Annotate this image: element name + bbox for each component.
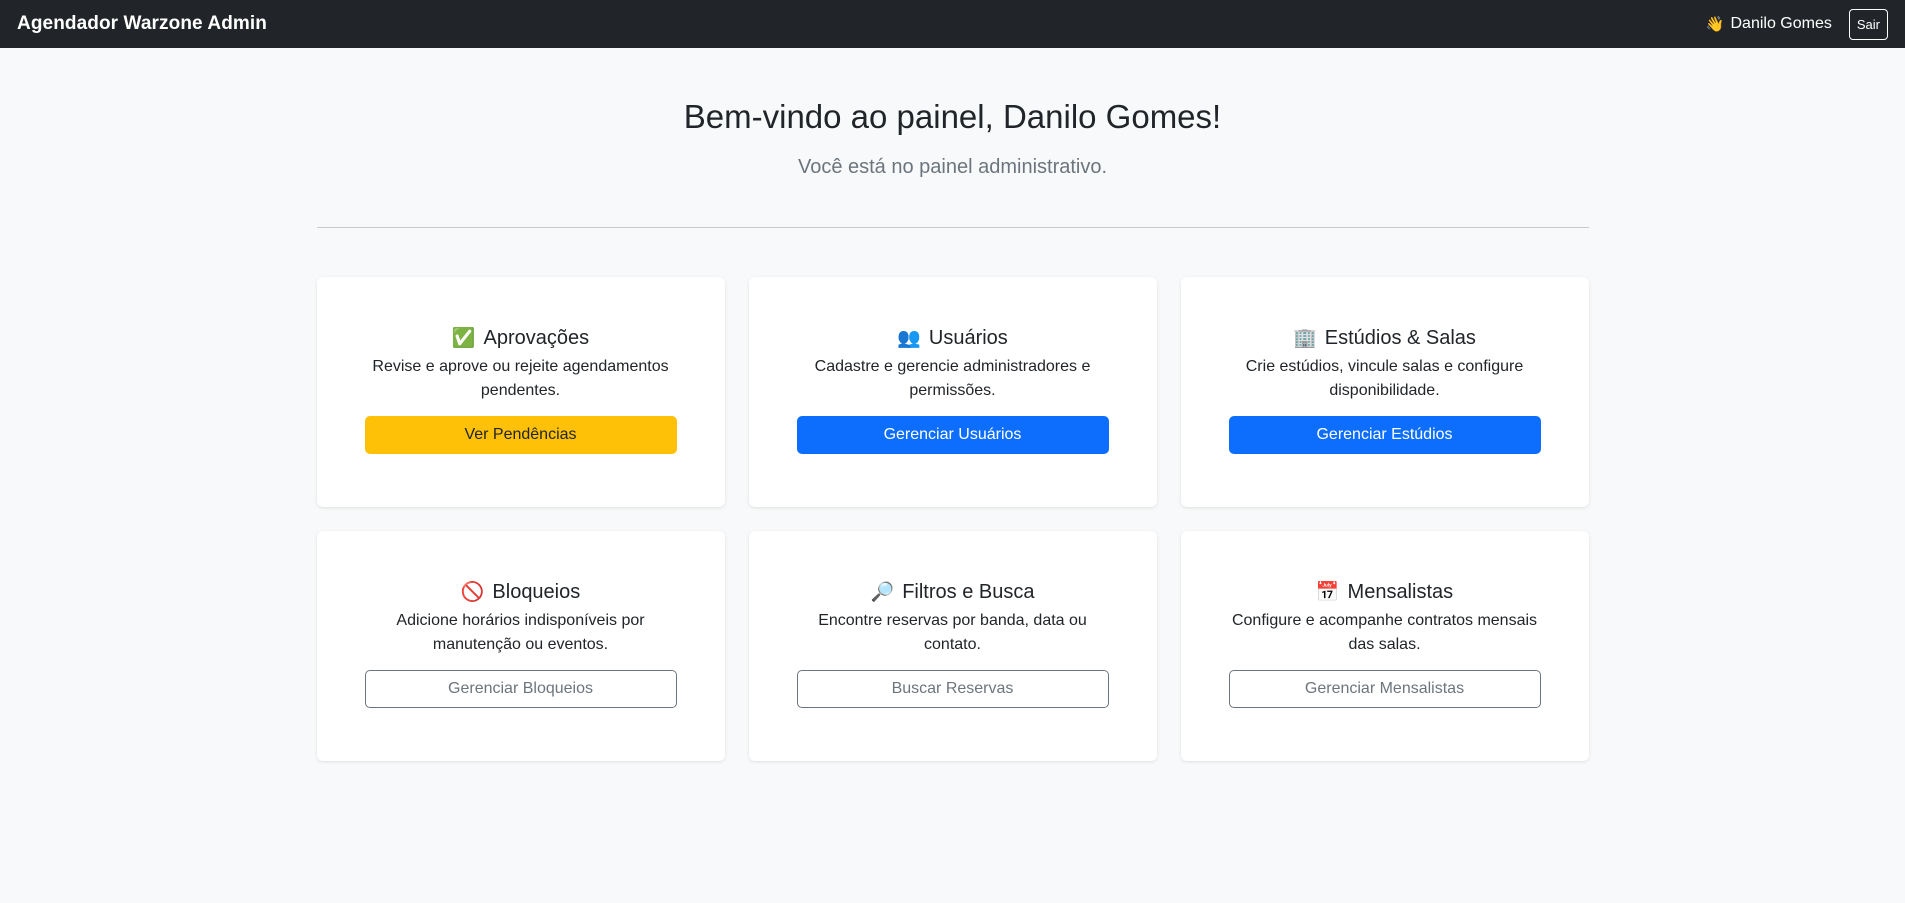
card-description: Crie estúdios, vincule salas e configure… xyxy=(1245,358,1524,399)
card-aprovacoes: ✅ Aprovações Revise e aprove ou rejeite … xyxy=(316,277,725,507)
calendar-icon: 📅 xyxy=(1315,581,1340,603)
card-description: Cadastre e gerencie administradores e pe… xyxy=(814,358,1091,399)
building-icon: 🏢 xyxy=(1293,327,1317,349)
app-brand[interactable]: Agendador Warzone Admin xyxy=(17,13,267,35)
card-description: Configure e acompanhe contratos mensais … xyxy=(1231,612,1538,653)
admin-card-grid: ✅ Aprovações Revise e aprove ou rejeite … xyxy=(316,277,1589,761)
view-pending-button[interactable]: Ver Pendências xyxy=(364,416,677,454)
card-title-label: Estúdios & Salas xyxy=(1324,326,1476,349)
card-title: ✅ Aprovações xyxy=(365,325,677,351)
card-title-label: Aprovações xyxy=(483,326,590,349)
card-title: 🚫 Bloqueios xyxy=(365,579,677,605)
card-title-label: Mensalistas xyxy=(1347,580,1454,603)
welcome-hero: Bem-vindo ao painel, Danilo Gomes! Você … xyxy=(0,48,1905,179)
search-reservations-button[interactable]: Buscar Reservas xyxy=(796,670,1109,708)
card-description: Adicione horários indisponíveis por manu… xyxy=(396,612,645,653)
prohibited-icon: 🚫 xyxy=(460,581,485,603)
user-greeting: 👋 Danilo Gomes xyxy=(1706,15,1832,33)
card-description: Encontre reservas por banda, data ou con… xyxy=(818,612,1087,653)
manage-monthly-button[interactable]: Gerenciar Mensalistas xyxy=(1228,670,1541,708)
manage-users-button[interactable]: Gerenciar Usuários xyxy=(796,416,1109,454)
card-filtros: 🔎 Filtros e Busca Encontre reservas por … xyxy=(748,531,1157,761)
card-title-label: Usuários xyxy=(928,326,1008,349)
card-estudios: 🏢 Estúdios & Salas Crie estúdios, vincul… xyxy=(1180,277,1589,507)
card-title: 📅 Mensalistas xyxy=(1229,579,1541,605)
card-title: 🔎 Filtros e Busca xyxy=(797,579,1109,605)
card-bloqueios: 🚫 Bloqueios Adicione horários indisponív… xyxy=(316,531,725,761)
top-navbar: Agendador Warzone Admin 👋 Danilo Gomes S… xyxy=(0,0,1905,48)
section-divider xyxy=(316,227,1589,228)
card-title-label: Bloqueios xyxy=(492,580,581,603)
manage-blocks-button[interactable]: Gerenciar Bloqueios xyxy=(364,670,677,708)
page-title: Bem-vindo ao painel, Danilo Gomes! xyxy=(683,98,1222,135)
card-mensalistas: 📅 Mensalistas Configure e acompanhe cont… xyxy=(1180,531,1589,761)
navbar-right: 👋 Danilo Gomes Sair xyxy=(1706,8,1888,40)
user-name: Danilo Gomes xyxy=(1730,15,1832,32)
card-title: 👥 Usuários xyxy=(797,325,1109,351)
card-title-label: Filtros e Busca xyxy=(902,580,1035,603)
card-title: 🏢 Estúdios & Salas xyxy=(1229,325,1541,351)
manage-studios-button[interactable]: Gerenciar Estúdios xyxy=(1228,416,1541,454)
card-description: Revise e aprove ou rejeite agendamentos … xyxy=(372,358,669,399)
card-usuarios: 👥 Usuários Cadastre e gerencie administr… xyxy=(748,277,1157,507)
page-subtitle: Você está no painel administrativo. xyxy=(797,156,1108,178)
check-icon: ✅ xyxy=(451,327,476,349)
users-icon: 👥 xyxy=(897,327,921,349)
magnifier-icon: 🔎 xyxy=(870,581,895,603)
wave-icon: 👋 xyxy=(1705,15,1725,33)
logout-button[interactable]: Sair xyxy=(1848,8,1888,40)
